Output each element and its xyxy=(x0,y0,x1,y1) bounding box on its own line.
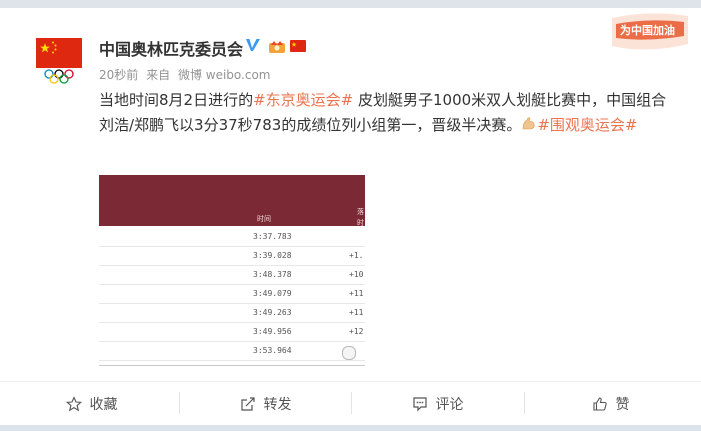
row-time: 3:37.783 xyxy=(253,232,292,241)
row-time: 3:49.263 xyxy=(253,308,292,317)
flexed-biceps-icon xyxy=(523,117,535,130)
table-header-time: 时间 xyxy=(257,215,271,223)
like-label: 赞 xyxy=(615,396,630,413)
like-button[interactable]: 赞 xyxy=(523,382,698,425)
favorite-button[interactable]: 收藏 xyxy=(4,382,179,425)
star-icon xyxy=(65,395,82,411)
top-strip xyxy=(0,0,701,8)
post-meta: 20秒前 来自 微博 weibo.com xyxy=(99,66,275,83)
table-row: 3:48.378 +10 xyxy=(99,266,365,285)
weibo-post-card: 中国奥林匹克委员会 20秒前 来自 微博 weibo.com 为中国加油 当地时… xyxy=(0,0,701,431)
row-time: 3:49.079 xyxy=(253,289,292,298)
hashtag-tokyo-olympics[interactable]: #东京奥运会# xyxy=(253,91,353,109)
row-diff: +10 xyxy=(349,270,364,279)
post-time[interactable]: 20秒前 xyxy=(99,68,138,82)
thumbs-up-icon xyxy=(592,396,607,411)
table-row: 3:39.028 +1. xyxy=(99,247,365,266)
table-row: 3:37.783 xyxy=(99,228,365,247)
row-diff: +12 xyxy=(349,327,364,336)
verified-badge-icon xyxy=(246,39,260,51)
action-bar: 收藏 转发 评论 赞 xyxy=(0,382,701,425)
repost-button[interactable]: 转发 xyxy=(178,382,353,425)
comment-label: 评论 xyxy=(435,396,464,413)
table-row: 3:53.9646 xyxy=(99,342,365,361)
row-diff: +11 xyxy=(349,308,364,317)
source-prefix: 来自 xyxy=(146,68,171,82)
table-row: 3:49.263 +11 xyxy=(99,304,365,323)
crown-badge-icon xyxy=(269,41,285,53)
results-table-image[interactable]: 时间 落 时 3:37.783 3:39.028 +1. 3:48.378 +10 … xyxy=(99,172,365,366)
repost-label: 转发 xyxy=(263,396,292,413)
comment-button[interactable]: 评论 xyxy=(350,382,525,425)
hashtag-watch-olympics[interactable]: #围观奥运会# xyxy=(537,116,637,134)
china-flag-icon xyxy=(290,40,306,52)
table-row: 3:49.079 +11 xyxy=(99,285,365,304)
post-text: 当地时间8月2日进行的#东京奥运会# 皮划艇男子1000米双人划艇比赛中，中国组… xyxy=(99,88,667,138)
cheer-banner: 为中国加油 xyxy=(606,10,692,54)
row-time: 3:48.378 xyxy=(253,270,292,279)
post-source: 微博 weibo.com xyxy=(177,68,271,82)
row-time: 3:53.964 xyxy=(253,346,292,355)
favorite-label: 收藏 xyxy=(89,396,118,413)
username[interactable]: 中国奥林匹克委员会 xyxy=(99,36,243,60)
row-diff: +11 xyxy=(349,289,364,298)
table-header-next-1: 落 xyxy=(357,208,364,216)
row-time: 3:39.028 xyxy=(253,251,292,260)
row-diff: +1. xyxy=(349,251,364,260)
avatar[interactable] xyxy=(36,38,82,86)
post-text-part-1: 当地时间8月2日进行的 xyxy=(99,91,254,109)
table-header: 时间 落 时 xyxy=(99,175,365,227)
row-time: 3:49.956 xyxy=(253,327,292,336)
repost-icon xyxy=(240,396,255,411)
bottom-strip xyxy=(0,425,701,431)
comment-icon xyxy=(412,396,427,411)
cheer-banner-text: 为中国加油 xyxy=(620,24,675,37)
table-header-next-2: 时 xyxy=(357,219,364,227)
watermark-icon xyxy=(342,346,356,360)
table-row: 3:49.956 +12 xyxy=(99,323,365,342)
